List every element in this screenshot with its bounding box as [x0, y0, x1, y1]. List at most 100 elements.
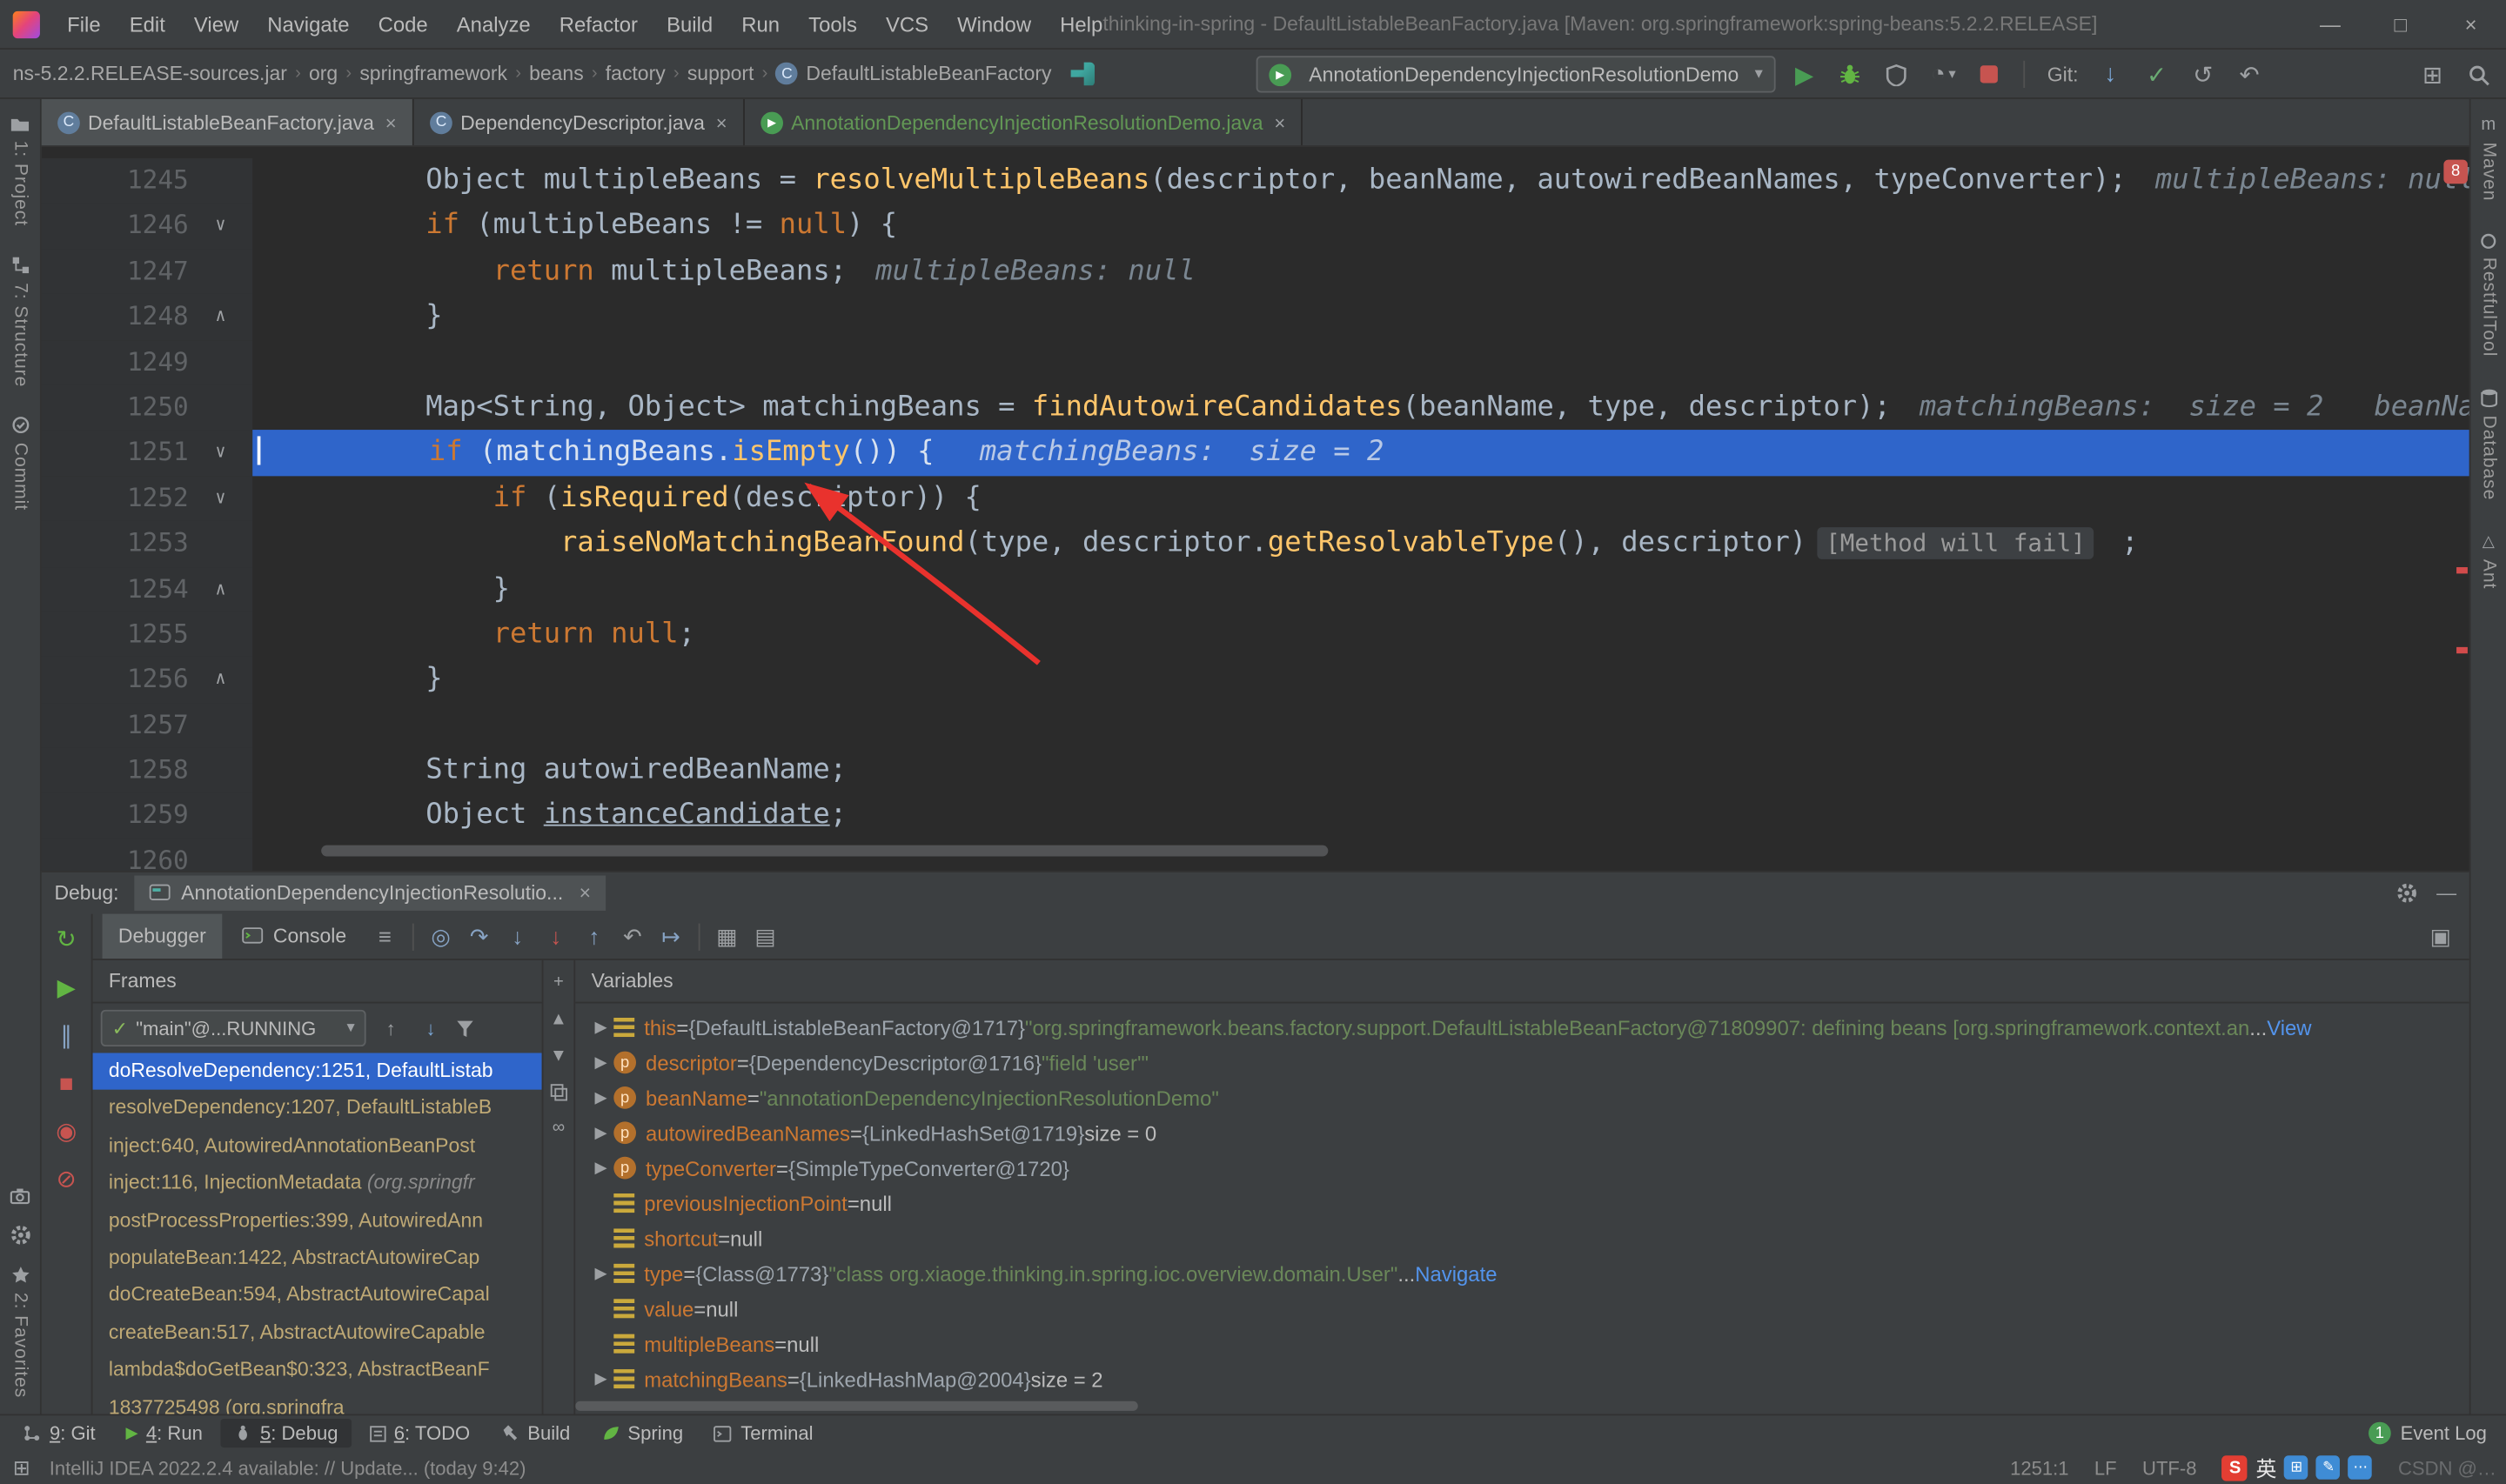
frame-row[interactable]: inject:116, InjectionMetadata (org.sprin… — [93, 1165, 542, 1202]
frame-row[interactable]: doResolveDependency:1251, DefaultListab — [92, 1053, 542, 1091]
breadcrumb-org[interactable]: org — [309, 63, 338, 85]
tab-dependencydescriptor-java[interactable]: C DependencyDescriptor.java × — [414, 98, 745, 146]
frame-row[interactable]: populateBean:1422, AbstractAutowireCap — [93, 1240, 542, 1277]
menu-tools[interactable]: Tools — [794, 0, 872, 49]
variable-row-this[interactable]: ▶ this = {DefaultListableBeanFactory@1717… — [575, 1010, 2469, 1045]
fold-icon[interactable] — [201, 521, 239, 566]
view-breakpoints-icon[interactable]: ◉ — [56, 1119, 77, 1146]
expand-arrow-icon[interactable]: ▶ — [588, 1265, 613, 1282]
menu-navigate[interactable]: Navigate — [253, 0, 364, 49]
step-into-icon[interactable]: ↓ — [499, 923, 537, 950]
line-number[interactable]: 1258 — [42, 748, 202, 793]
git-history-icon[interactable]: ↺ — [2186, 57, 2221, 91]
menu-run[interactable]: Run — [727, 0, 794, 49]
run-config-selector[interactable]: ▶ AnnotationDependencyInjectionResolutio… — [1256, 56, 1776, 93]
stop-icon[interactable]: ■ — [59, 1071, 74, 1098]
close-icon[interactable]: × — [385, 111, 397, 134]
step-over-icon[interactable]: ↷ — [460, 923, 499, 950]
sogou-icon[interactable]: S — [2221, 1454, 2248, 1481]
frame-row[interactable]: resolveDependency:1207, DefaultListableB — [93, 1090, 542, 1127]
wrench-icon[interactable] — [1070, 61, 1096, 86]
fold-icon[interactable] — [201, 839, 239, 871]
ime-mode[interactable]: 英 — [2255, 1453, 2276, 1483]
breadcrumb-factory[interactable]: factory — [606, 63, 666, 85]
git-rollback-icon[interactable]: ↶ — [2232, 57, 2267, 91]
breadcrumb-beans[interactable]: beans — [529, 63, 584, 85]
frame-row[interactable]: doCreateBean:594, AbstractAutowireCapal — [93, 1277, 542, 1314]
gutter[interactable]: 1253 — [41, 521, 253, 567]
variable-row-value[interactable]: value = null — [575, 1291, 2469, 1326]
close-icon[interactable]: × — [580, 882, 591, 905]
line-number[interactable]: 1256 — [42, 657, 202, 702]
frame-row[interactable]: lambda$doGetBean$0:323, AbstractBeanF — [93, 1352, 542, 1389]
gutter[interactable]: 1248 ∧ — [41, 294, 253, 340]
fold-icon[interactable]: ∧ — [201, 294, 239, 339]
run-to-cursor-icon[interactable]: ↦ — [652, 923, 690, 950]
gutter[interactable]: 1249 — [41, 339, 253, 385]
variable-row-typeconverter[interactable]: ▶ p typeConverter = {SimpleTypeConverter@1… — [575, 1150, 2469, 1185]
status-message[interactable]: IntelliJ IDEA 2022.2.4 available: // Upd… — [50, 1456, 526, 1479]
expand-arrow-icon[interactable]: ▶ — [588, 1053, 613, 1071]
toolwindow-button-terminal[interactable]: Terminal — [700, 1419, 826, 1447]
scroll-down-icon[interactable]: ▼ — [550, 1046, 567, 1066]
line-number[interactable]: 1249 — [42, 339, 202, 384]
variable-row-multiplebeans[interactable]: multipleBeans = null — [575, 1326, 2469, 1360]
gutter[interactable]: 1246 ∨ — [41, 203, 253, 250]
gutter[interactable]: 1258 — [41, 747, 253, 793]
error-mark[interactable] — [2456, 567, 2468, 574]
stop-button[interactable] — [1972, 57, 2007, 91]
encoding[interactable]: UTF-8 — [2142, 1456, 2196, 1479]
editor-line-1253[interactable]: 1253 raiseNoMatchingBeanFound(type, desc… — [41, 521, 2469, 567]
close-icon[interactable]: × — [716, 111, 727, 134]
toolwindow-commit[interactable]: Commit — [10, 416, 30, 511]
toolwindow-maven[interactable]: m Maven — [2479, 115, 2498, 201]
line-number[interactable]: 1250 — [42, 385, 202, 431]
variable-row-autowiredbeannames[interactable]: ▶ p autowiredBeanNames = {LinkedHashSet@17… — [575, 1115, 2469, 1150]
run-button[interactable]: ▶ — [1786, 57, 1821, 91]
menu-edit[interactable]: Edit — [115, 0, 179, 49]
navigate-link[interactable]: Navigate — [1415, 1261, 1497, 1286]
toolwindow-button-build[interactable]: Build — [487, 1419, 583, 1447]
editor-line-1249[interactable]: 1249 — [41, 339, 2469, 385]
gutter[interactable]: 1254 ∧ — [41, 566, 253, 612]
editor-line-1247[interactable]: 1247 return multipleBeans; multipleBeans:… — [41, 249, 2469, 295]
editor-line-1252[interactable]: 1252 ∨ if (isRequired(descriptor)) { — [41, 475, 2469, 522]
tab-debugger[interactable]: Debugger — [102, 913, 223, 959]
editor-line-1248[interactable]: 1248 ∧ } — [41, 294, 2469, 340]
fold-icon[interactable] — [201, 612, 239, 657]
menu-view[interactable]: View — [179, 0, 252, 49]
ime-pencil-icon[interactable]: ✎ — [2316, 1455, 2341, 1480]
event-log-button[interactable]: Event Log — [2401, 1422, 2487, 1445]
debug-button[interactable] — [1833, 57, 1868, 91]
gutter[interactable]: 1260 — [41, 839, 253, 872]
breadcrumb-support[interactable]: support — [687, 63, 754, 85]
gutter[interactable]: 1251 ∨ — [41, 430, 253, 476]
minimize-button[interactable]: — — [2295, 0, 2366, 50]
restore-layout-icon[interactable]: ▣ — [2422, 923, 2460, 950]
editor-line-1250[interactable]: 1250 Map<String, Object> matchingBeans =… — [41, 384, 2469, 431]
variable-row-type[interactable]: ▶ type = {Class@1773} "class org.xiaoge.t… — [575, 1256, 2469, 1291]
fold-icon[interactable] — [201, 748, 239, 793]
fold-icon[interactable]: ∨ — [201, 431, 239, 476]
line-number[interactable]: 1253 — [42, 521, 202, 566]
menu-vcs[interactable]: VCS — [871, 0, 942, 49]
gear-icon[interactable] — [2395, 882, 2417, 905]
variable-row-matchingbeans[interactable]: ▶ matchingBeans = {LinkedHashMap@2004} si… — [575, 1361, 2469, 1396]
breadcrumb-springframework[interactable]: springframework — [359, 63, 507, 85]
line-number[interactable]: 1247 — [42, 249, 202, 294]
editor-horizontal-scrollbar[interactable] — [321, 845, 1329, 857]
frame-row[interactable]: 1837725498 (org.springfra — [93, 1389, 542, 1414]
toolwindow-database[interactable]: Database — [2479, 389, 2498, 501]
line-number[interactable]: 1257 — [42, 703, 202, 748]
line-number[interactable]: 1246 — [42, 204, 202, 249]
breadcrumb-defaultlistablebeanfactory[interactable]: DefaultListableBeanFactory — [806, 63, 1051, 85]
fold-icon[interactable]: ∧ — [201, 566, 239, 612]
resume-icon[interactable]: ▶ — [57, 974, 76, 1001]
tab-console[interactable]: Console — [225, 914, 363, 959]
menu-icon[interactable]: ≡ — [365, 924, 404, 949]
editor-line-1257[interactable]: 1257 — [41, 702, 2469, 748]
profiler-button[interactable]: ◔ ▾ — [1926, 57, 1960, 91]
line-number[interactable]: 1245 — [42, 158, 202, 204]
gutter[interactable]: 1247 — [41, 249, 253, 295]
copy-stack-icon[interactable] — [550, 1083, 568, 1101]
